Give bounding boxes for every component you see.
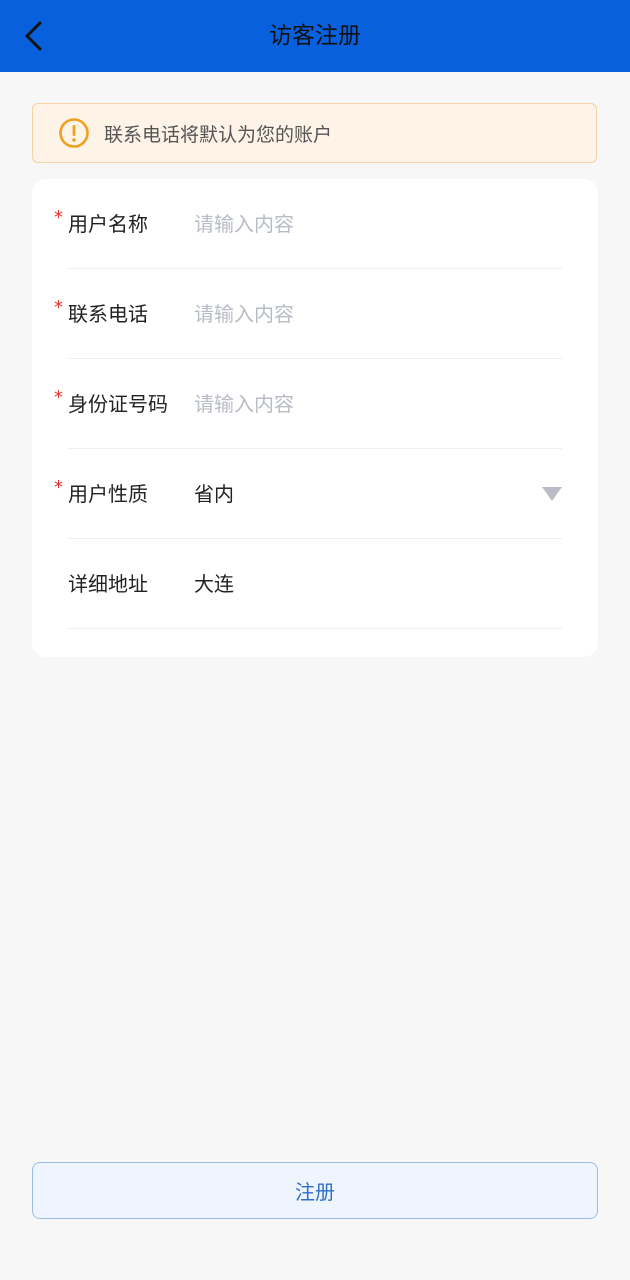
required-mark: *: [54, 207, 63, 228]
phone-label: 联系电话: [68, 302, 148, 326]
triangle-down-icon: [542, 487, 562, 501]
form-row-username: * 用户名称: [32, 179, 598, 269]
address-value[interactable]: 大连: [194, 539, 234, 629]
row-divider: [68, 628, 562, 629]
page-title: 访客注册: [269, 23, 361, 49]
user-type-value: 省内: [194, 482, 234, 506]
user-type-label: 用户性质: [68, 482, 148, 506]
form-row-phone: * 联系电话: [32, 269, 598, 359]
required-mark: *: [54, 297, 63, 318]
user-type-select[interactable]: * 用户性质 省内: [32, 449, 598, 539]
form-row-address: 详细地址 大连: [32, 539, 598, 629]
registration-form: * 用户名称 * 联系电话 * 身份证号码 * 用户性质 省内 详细地址 大连: [32, 179, 598, 657]
username-input[interactable]: [194, 204, 524, 244]
phone-input[interactable]: [194, 294, 524, 334]
username-label: 用户名称: [68, 212, 148, 236]
register-button[interactable]: 注册: [32, 1162, 598, 1219]
warning-circle-icon: [58, 117, 90, 149]
address-label: 详细地址: [68, 572, 148, 596]
notice-text: 联系电话将默认为您的账户: [104, 123, 333, 146]
notice-banner: 联系电话将默认为您的账户: [32, 103, 597, 163]
id-number-input[interactable]: [194, 384, 524, 424]
required-mark: *: [54, 387, 63, 408]
app-header: 访客注册: [0, 0, 630, 72]
id-number-label: 身份证号码: [68, 392, 168, 416]
form-row-id-number: * 身份证号码: [32, 359, 598, 449]
required-mark: *: [54, 477, 63, 498]
